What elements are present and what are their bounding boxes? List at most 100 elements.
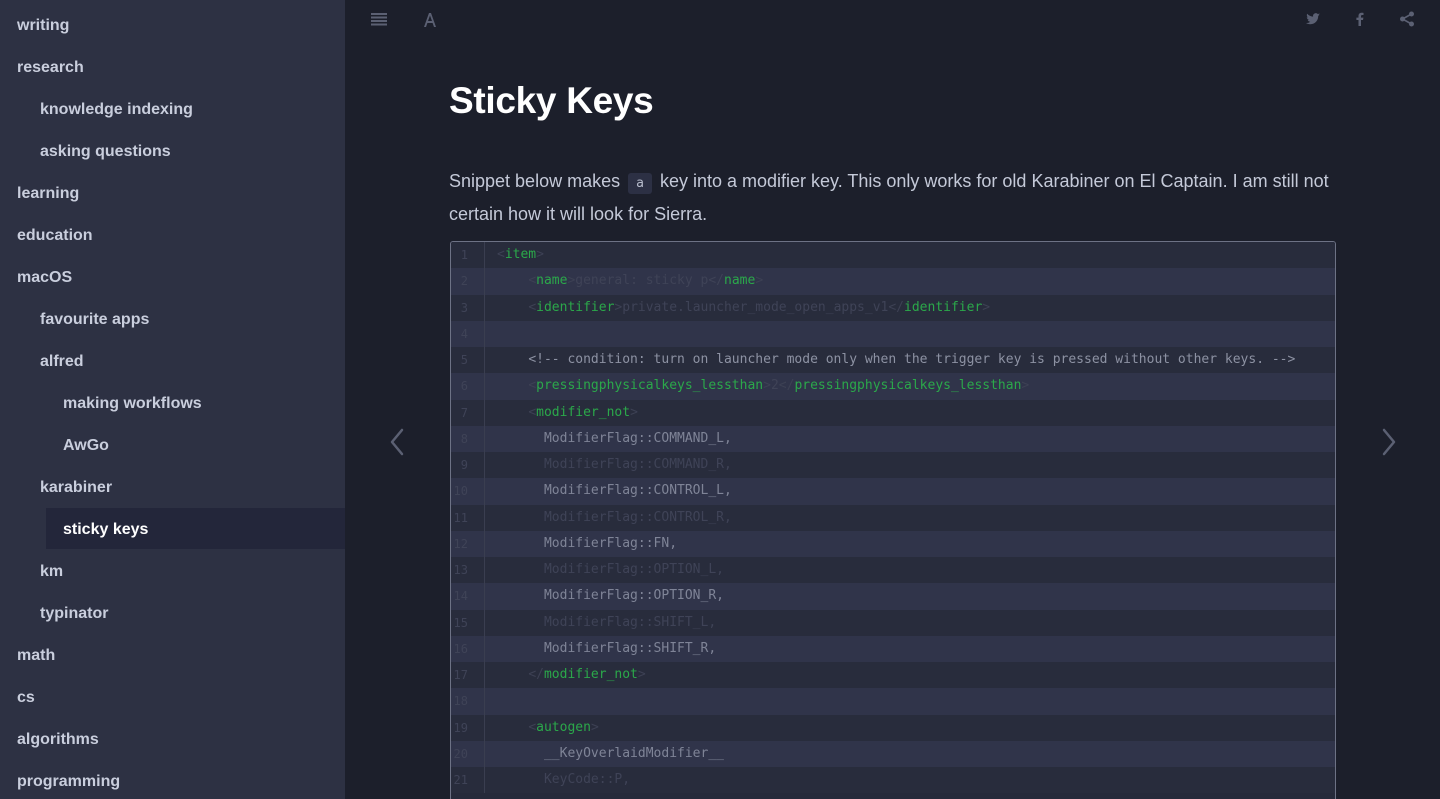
code-line: 16 ModifierFlag::SHIFT_R, (451, 635, 1335, 662)
line-number: 8 (451, 425, 485, 452)
xml-tag-name: identifier (904, 299, 983, 315)
code-line-text: __KeyOverlaidModifier__ (497, 741, 724, 767)
code-line-text: <!-- condition: turn on launcher mode on… (497, 347, 1295, 373)
inline-code: a (628, 173, 652, 194)
code-token: private.launcher_mode_open_apps_v1 (622, 299, 889, 315)
facebook-icon[interactable] (1350, 9, 1372, 31)
line-number: 17 (451, 662, 485, 689)
code-line: 14 ModifierFlag::OPTION_R, (451, 583, 1335, 610)
sidebar-item-learning[interactable]: learning (17, 173, 79, 215)
sidebar-item-algorithms[interactable]: algorithms (17, 719, 99, 761)
code-line: 12 ModifierFlag::FN, (451, 530, 1335, 557)
toolbar (345, 0, 1440, 40)
code-line-text: ModifierFlag::FN, (497, 531, 677, 557)
code-line-text: <modifier_not> (497, 400, 638, 426)
line-number: 19 (451, 714, 485, 741)
sidebar-item-favourite-apps[interactable]: favourite apps (40, 299, 149, 341)
line-number: 12 (451, 530, 485, 557)
xml-tag-name: name (724, 273, 756, 289)
code-line-text: ModifierFlag::OPTION_R, (497, 583, 724, 609)
code-token: > (1021, 378, 1030, 394)
code-token: < (528, 719, 537, 735)
sidebar-item-alfred[interactable]: alfred (40, 341, 84, 383)
code-line: 18 (451, 688, 1335, 715)
code-token: < (497, 247, 505, 262)
line-number: 20 (451, 740, 485, 767)
sidebar-item-asking-questions[interactable]: asking questions (40, 131, 171, 173)
sidebar-item-km[interactable]: km (40, 551, 63, 593)
previous-page-arrow-icon[interactable] (384, 424, 412, 460)
line-number: 5 (451, 347, 485, 374)
code-line-text: <pressingphysicalkeys_lessthan>2</pressi… (497, 373, 1029, 399)
code-token: ModifierFlag::CONTROL_R, (543, 509, 732, 525)
line-number: 3 (451, 294, 485, 321)
next-page-arrow-icon[interactable] (1374, 424, 1402, 460)
code-block[interactable]: 1 <item> 2 <name>general: sticky p</name> 3… (450, 241, 1336, 799)
code-token: ModifierFlag::COMMAND_L, (543, 430, 732, 446)
font-settings-icon[interactable] (419, 9, 441, 31)
xml-tag-name: pressingphysicalkeys_lessthan (794, 378, 1022, 394)
xml-tag-name: modifier_not (536, 404, 631, 420)
sidebar-item-cs[interactable]: cs (17, 677, 35, 719)
sidebar-item-karabiner[interactable]: karabiner (40, 467, 112, 509)
line-number: 13 (451, 557, 485, 584)
code-line-text: <autogen> (497, 715, 598, 741)
sidebar-item-math[interactable]: math (17, 635, 55, 677)
share-icon[interactable] (1397, 9, 1419, 31)
line-number: 10 (451, 478, 485, 505)
sidebar-item-awgo[interactable]: AwGo (63, 425, 109, 467)
sidebar-item-macos[interactable]: macOS (17, 257, 72, 299)
sidebar-item-typinator[interactable]: typinator (40, 593, 108, 635)
intro-paragraph: Snippet below makes a key into a modifie… (449, 166, 1339, 230)
code-token: ModifierFlag::FN, (543, 535, 678, 551)
code-token: > (982, 299, 991, 315)
xml-tag-name: autogen (536, 719, 591, 735)
code-line-text: <item> (497, 242, 544, 268)
code-line: 2 <name>general: sticky p</name> (451, 268, 1335, 295)
code-line-text: </modifier_not> (497, 662, 645, 688)
code-token: 2 (770, 378, 779, 394)
code-line-text: ModifierFlag::COMMAND_L, (497, 426, 732, 452)
code-line: 8 ModifierFlag::COMMAND_L, (451, 425, 1335, 452)
code-line: 11 ModifierFlag::CONTROL_R, (451, 504, 1335, 531)
code-token: ModifierFlag::SHIFT_L, (543, 614, 717, 630)
code-token: < (528, 378, 537, 394)
code-line-text: ModifierFlag::SHIFT_R, (497, 636, 716, 662)
sidebar-item-programming[interactable]: programming (17, 761, 120, 799)
twitter-icon[interactable] (1303, 9, 1325, 31)
code-line: 10 ModifierFlag::CONTROL_L, (451, 478, 1335, 505)
code-line: 13 ModifierFlag::OPTION_L, (451, 557, 1335, 584)
sidebar-item-knowledge-indexing[interactable]: knowledge indexing (40, 89, 193, 131)
code-line-text: <identifier>private.launcher_mode_open_a… (497, 295, 990, 321)
xml-tag-name: pressingphysicalkeys_lessthan (536, 378, 764, 394)
code-line: 3 <identifier>private.launcher_mode_open… (451, 294, 1335, 321)
page-title: Sticky Keys (449, 80, 654, 121)
sidebar: writing research knowledge indexing asking … (0, 0, 345, 799)
line-number: 4 (451, 320, 485, 347)
sidebar-item-writing[interactable]: writing (17, 5, 69, 47)
sidebar-item-making-workflows[interactable]: making workflows (63, 383, 202, 425)
code-line-text: <name>general: sticky p</name> (497, 268, 763, 294)
code-line: 1 <item> (451, 242, 1335, 269)
sidebar-item-research[interactable]: research (17, 47, 84, 89)
line-number: 21 (451, 767, 485, 794)
code-line-text: ModifierFlag::OPTION_L, (497, 557, 724, 583)
xml-tag-name: modifier_not (543, 667, 638, 682)
code-token: </ (778, 378, 795, 394)
sidebar-item-education[interactable]: education (17, 215, 93, 257)
menu-icon[interactable] (369, 9, 391, 31)
code-token: </ (888, 299, 905, 315)
code-token: ModifierFlag::CONTROL_L, (543, 483, 732, 499)
sidebar-item-sticky-keys[interactable]: sticky keys (63, 509, 148, 551)
